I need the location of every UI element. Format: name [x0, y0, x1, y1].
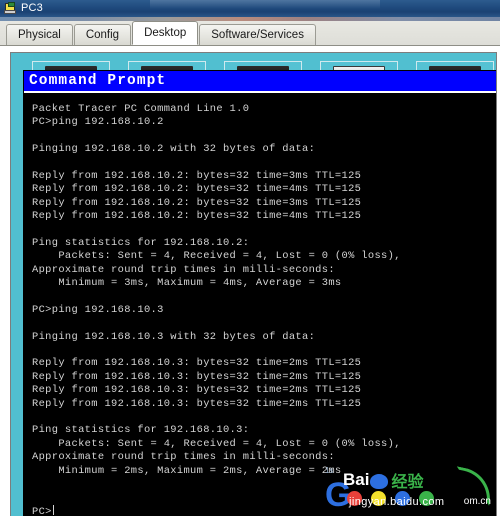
- terminal-cursor: [52, 504, 54, 515]
- terminal-line: Pinging 192.168.10.2 with 32 bytes of da…: [32, 143, 316, 156]
- terminal-line: Packets: Sent = 4, Received = 4, Lost = …: [32, 250, 401, 263]
- terminal-prompt: PC>: [32, 505, 52, 516]
- terminal-line: Reply from 192.168.10.2: bytes=32 time=3…: [32, 169, 362, 182]
- terminal-line: Minimum = 3ms, Maximum = 4ms, Average = …: [32, 277, 342, 290]
- terminal-line: Pinging 192.168.10.3 with 32 bytes of da…: [32, 330, 316, 343]
- tab-config[interactable]: Config: [73, 24, 132, 45]
- tab-physical[interactable]: Physical: [6, 24, 73, 45]
- terminal-line: Reply from 192.168.10.2: bytes=32 time=4…: [32, 210, 362, 223]
- terminal-line: Reply from 192.168.10.2: bytes=32 time=3…: [32, 196, 362, 209]
- terminal-line: Reply from 192.168.10.3: bytes=32 time=2…: [32, 397, 362, 410]
- terminal-line: Minimum = 2ms, Maximum = 2ms, Average = …: [32, 464, 342, 477]
- terminal-line: Ping statistics for 192.168.10.2:: [32, 236, 250, 249]
- terminal-line-list: Packet Tracer PC Command Line 1.0 PC>ping…: [32, 103, 496, 505]
- terminal-line: Approximate round trip times in milli-se…: [32, 263, 335, 276]
- terminal-line: PC>ping 192.168.10.2: [32, 116, 164, 129]
- command-prompt-window: Command Prompt Packet Tracer PC Command …: [23, 70, 496, 516]
- command-prompt-output[interactable]: Packet Tracer PC Command Line 1.0 PC>ping…: [24, 93, 496, 516]
- terminal-line: Reply from 192.168.10.3: bytes=32 time=2…: [32, 357, 362, 370]
- desktop-tab-panel: Command Prompt Packet Tracer PC Command …: [0, 45, 500, 516]
- terminal-line: Reply from 192.168.10.3: bytes=32 time=2…: [32, 370, 362, 383]
- terminal-prompt-line: PC>: [32, 504, 496, 516]
- window-title: PC3: [21, 2, 43, 14]
- packet-tracer-device-window: PC3 Physical Config Desktop Software/Ser…: [0, 0, 500, 516]
- tab-list: Physical Config Desktop Software/Service…: [6, 21, 317, 45]
- titlebar-gloss: [150, 0, 380, 9]
- desktop-application-area: Command Prompt Packet Tracer PC Command …: [10, 52, 497, 516]
- terminal-line: Reply from 192.168.10.2: bytes=32 time=4…: [32, 183, 362, 196]
- terminal-line: Packet Tracer PC Command Line 1.0: [32, 103, 250, 115]
- terminal-line: Approximate round trip times in milli-se…: [32, 451, 335, 464]
- terminal-line: Reply from 192.168.10.3: bytes=32 time=2…: [32, 384, 362, 397]
- window-titlebar: PC3: [0, 0, 500, 17]
- packet-tracer-device-icon: [4, 2, 17, 15]
- terminal-line: PC>ping 192.168.10.3: [32, 303, 164, 316]
- terminal-line: Packets: Sent = 4, Received = 4, Lost = …: [32, 437, 401, 450]
- tab-software-services[interactable]: Software/Services: [199, 24, 316, 45]
- tab-desktop[interactable]: Desktop: [132, 21, 199, 45]
- tab-strip: Physical Config Desktop Software/Service…: [0, 17, 500, 45]
- command-prompt-titlebar: Command Prompt: [24, 71, 496, 93]
- command-prompt-title: Command Prompt: [29, 73, 167, 89]
- terminal-line: Ping statistics for 192.168.10.3:: [32, 424, 250, 437]
